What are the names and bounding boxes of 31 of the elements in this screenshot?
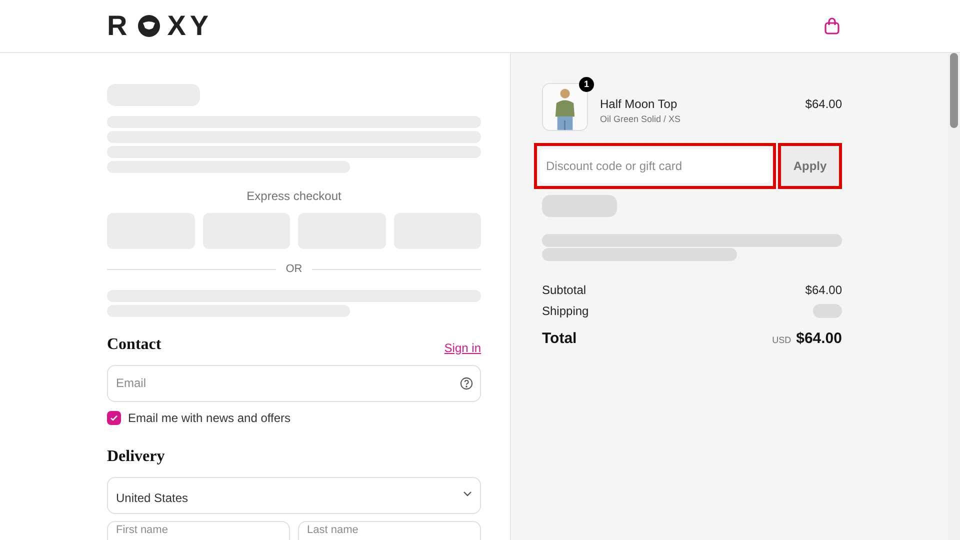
product-name: Half Moon Top (600, 96, 678, 113)
product-price: $64.00 (805, 96, 842, 113)
shipping-label: Shipping (542, 303, 589, 320)
first-name-field[interactable]: First name (107, 520, 290, 540)
scrollbar-thumb[interactable] (950, 53, 958, 128)
newsletter-label: Email me with news and offers (128, 410, 291, 426)
chevron-down-icon (463, 490, 472, 496)
quantity-badge: 1 (579, 77, 594, 92)
currency-code: USD (772, 334, 792, 347)
sign-in-link[interactable]: Sign in (444, 338, 481, 356)
subtotal-value: $64.00 (805, 282, 842, 299)
contact-heading: Contact (107, 334, 162, 354)
last-name-field[interactable]: Last name (298, 520, 481, 540)
express-checkout-label: Express checkout (246, 188, 342, 205)
logo-face-icon (137, 14, 162, 38)
shopping-bag-icon[interactable] (824, 17, 840, 35)
help-icon[interactable] (460, 376, 473, 390)
discount-field[interactable]: Discount code or gift card (540, 149, 770, 183)
delivery-heading: Delivery (107, 446, 166, 466)
country-select[interactable]: United States (107, 476, 481, 514)
email-field[interactable]: Email (107, 364, 481, 402)
total-value: $64.00 (796, 329, 842, 349)
total-label: Total (542, 329, 577, 349)
apply-button[interactable]: Apply (778, 143, 842, 189)
logo[interactable]: R XY (107, 5, 213, 47)
newsletter-checkbox[interactable] (107, 410, 121, 424)
loading-placeholder (813, 304, 842, 318)
or-divider-label: OR (286, 262, 302, 277)
subtotal-label: Subtotal (542, 282, 586, 299)
checkmark-icon (110, 414, 118, 422)
product-variant: Oil Green Solid / XS (600, 113, 682, 126)
